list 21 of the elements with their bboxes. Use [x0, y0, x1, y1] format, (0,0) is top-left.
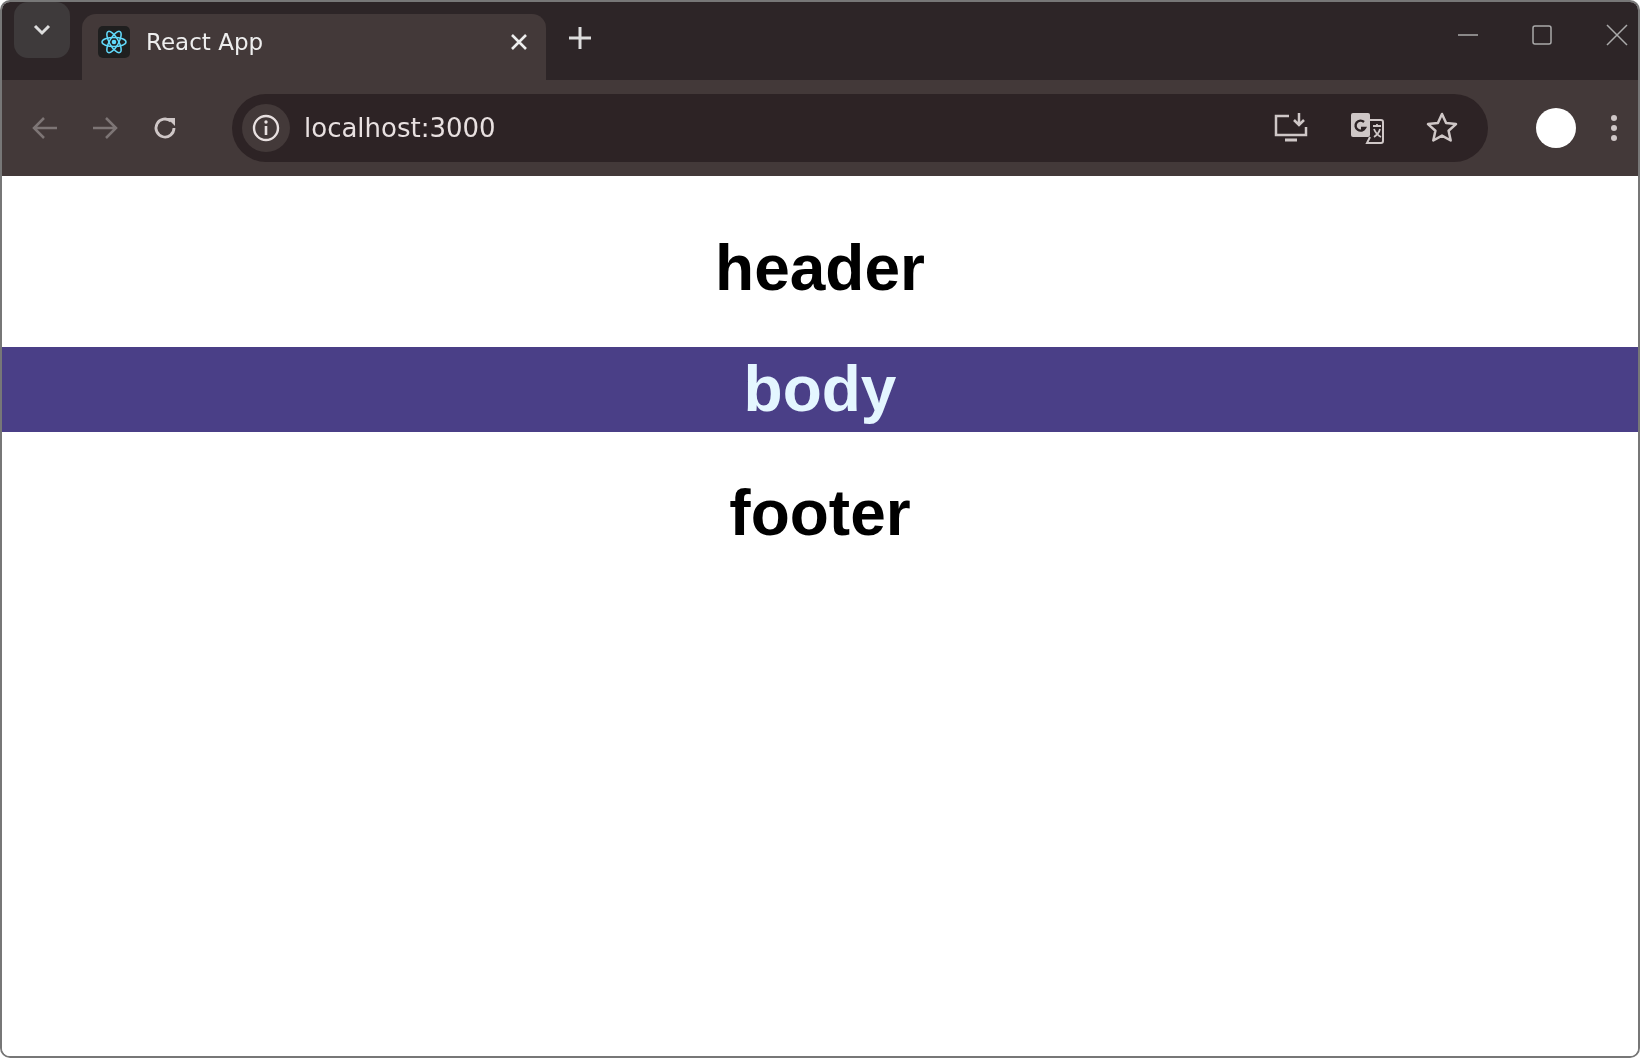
footer-heading: footer [728, 476, 912, 550]
maximize-icon[interactable] [1532, 24, 1552, 46]
chevron-down-icon [32, 23, 52, 37]
translate-icon[interactable] [1350, 111, 1384, 145]
forward-icon[interactable] [92, 116, 118, 140]
tab-search-button[interactable] [14, 2, 70, 58]
reload-icon[interactable] [152, 115, 178, 141]
close-icon[interactable] [510, 33, 528, 51]
atom-icon [98, 26, 130, 58]
browser-tab[interactable]: React App [82, 14, 546, 80]
install-app-icon[interactable] [1274, 112, 1308, 144]
profile-avatar[interactable] [1536, 108, 1576, 148]
star-icon[interactable] [1426, 112, 1458, 144]
close-window-icon[interactable] [1606, 24, 1628, 46]
back-icon[interactable] [32, 116, 58, 140]
body-text: body [743, 352, 897, 427]
info-icon[interactable] [242, 104, 290, 152]
tab-title: React App [146, 29, 265, 55]
header-heading: header [714, 231, 926, 306]
new-tab-icon[interactable] [568, 26, 592, 50]
more-menu-icon[interactable] [1610, 114, 1618, 142]
